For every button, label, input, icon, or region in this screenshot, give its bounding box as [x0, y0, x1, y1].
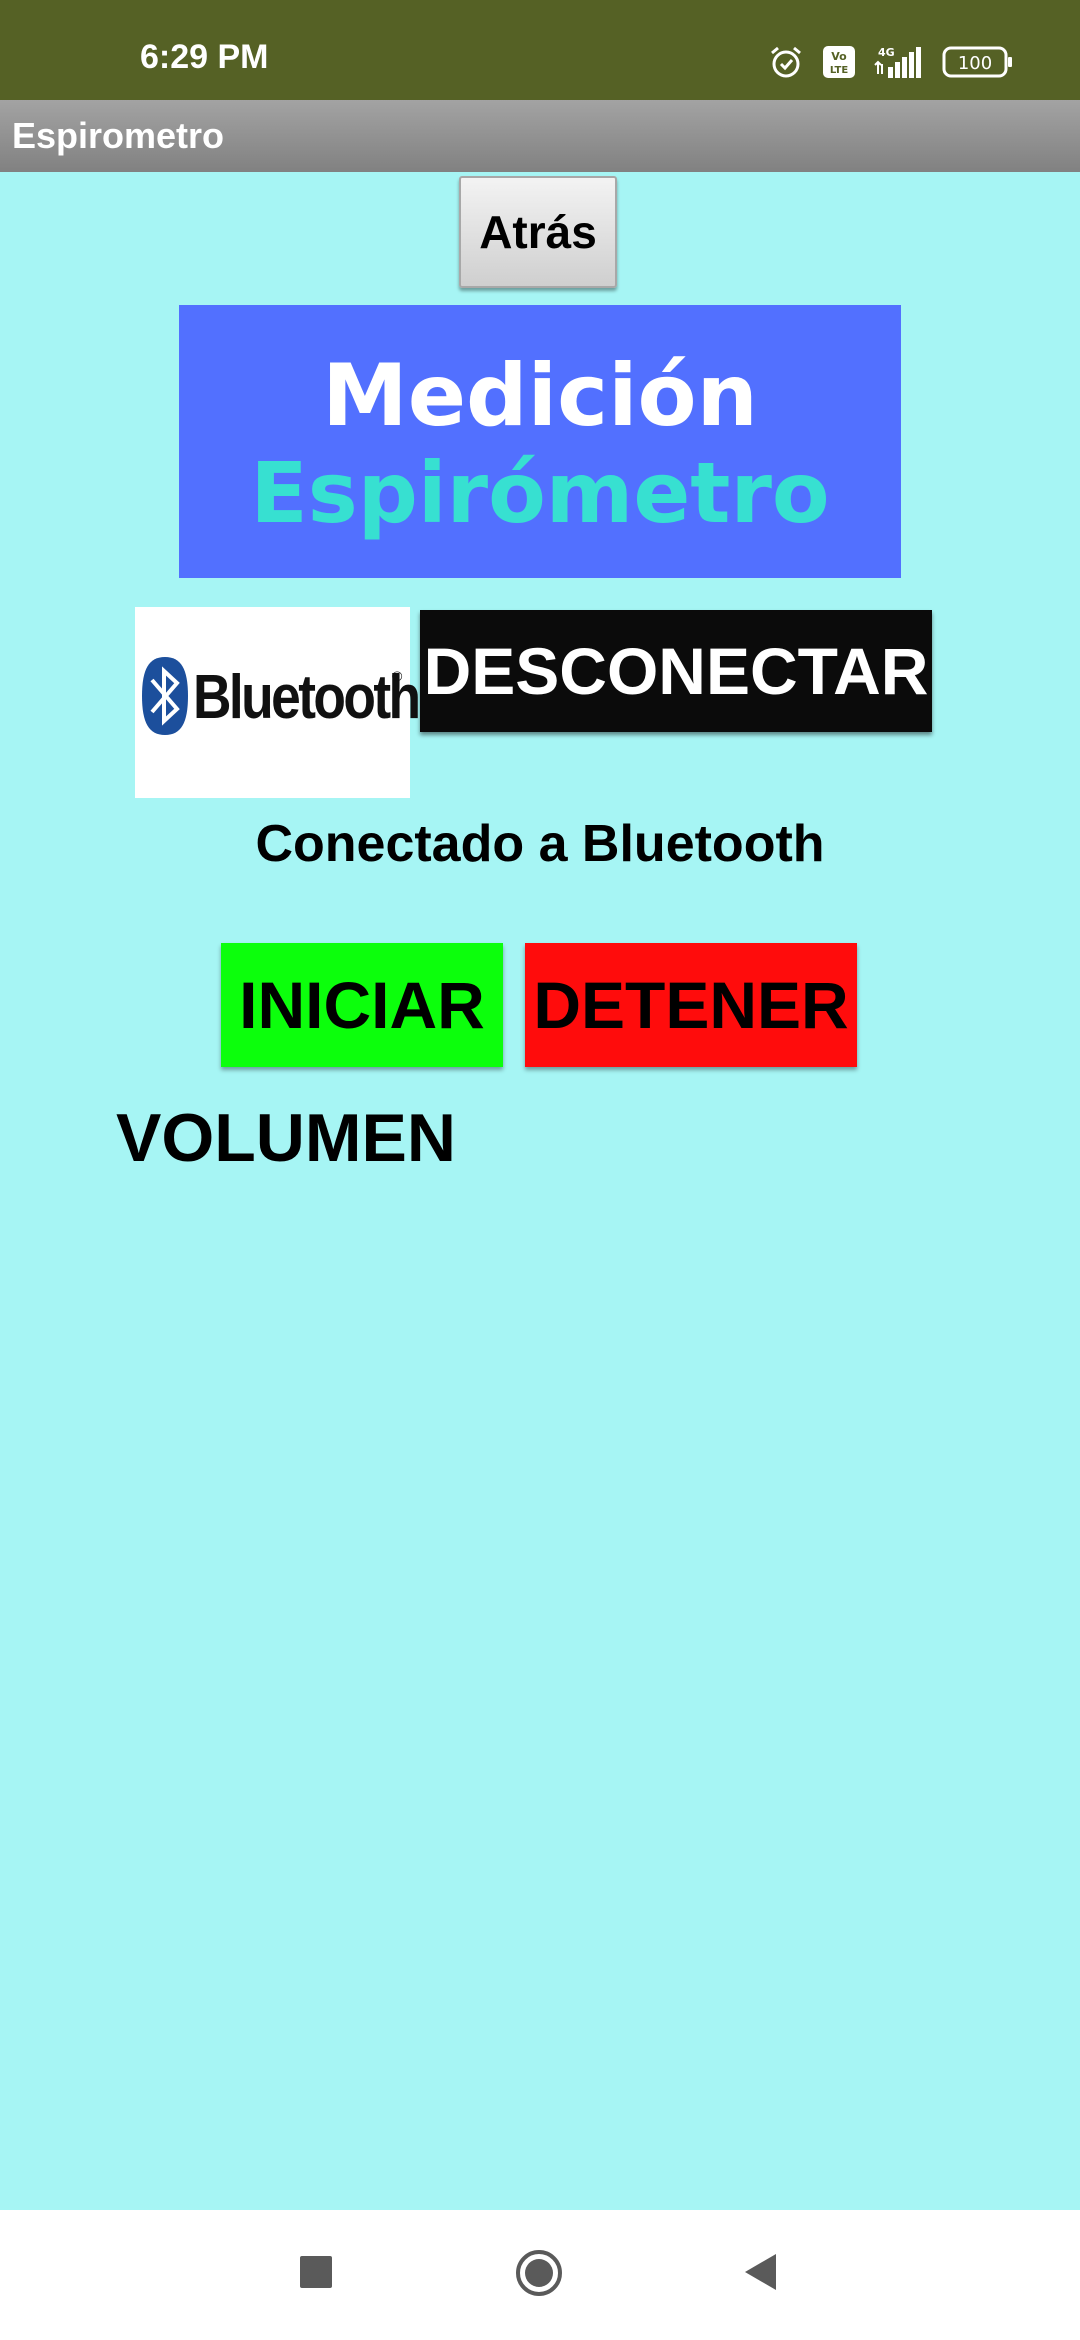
connection-status: Conectado a Bluetooth — [255, 815, 825, 873]
title-bar: Espirometro — [0, 100, 1080, 172]
alarm-icon — [768, 44, 804, 80]
bluetooth-logo: Bluetooth ® — [135, 607, 421, 798]
app-title: Espirometro — [12, 115, 225, 156]
status-icons: Vo LTE 4G 100 — [768, 44, 1014, 80]
back-icon[interactable] — [742, 2252, 778, 2292]
bluetooth-icon — [139, 655, 191, 742]
registered-mark: ® — [392, 668, 403, 684]
network-type-label: 4G — [878, 46, 895, 59]
status-bar: 6:29 PM Vo LTE 4G 100 — [0, 0, 1080, 100]
start-button[interactable]: INICIAR — [221, 943, 503, 1067]
bluetooth-wordmark: Bluetooth — [193, 663, 421, 732]
signal-icon: 4G — [874, 45, 924, 79]
recent-apps-icon[interactable] — [300, 2256, 332, 2288]
svg-text:Vo: Vo — [831, 50, 847, 63]
volume-label: VOLUMEN — [116, 1100, 456, 1176]
header-box: Medición Espirómetro — [179, 305, 901, 578]
home-icon[interactable] — [514, 2248, 564, 2298]
navigation-bar — [0, 2210, 1080, 2340]
status-time: 6:29 PM — [140, 38, 269, 76]
volte-icon: Vo LTE — [822, 45, 856, 79]
disconnect-button[interactable]: DESCONECTAR — [420, 610, 932, 732]
svg-text:LTE: LTE — [830, 65, 849, 76]
battery-level: 100 — [958, 53, 992, 74]
back-button[interactable]: Atrás — [459, 176, 617, 288]
battery-icon: 100 — [942, 46, 1014, 78]
stop-button[interactable]: DETENER — [525, 943, 857, 1067]
header-subtitle: Espirómetro — [250, 444, 830, 542]
header-title: Medición — [322, 346, 758, 446]
